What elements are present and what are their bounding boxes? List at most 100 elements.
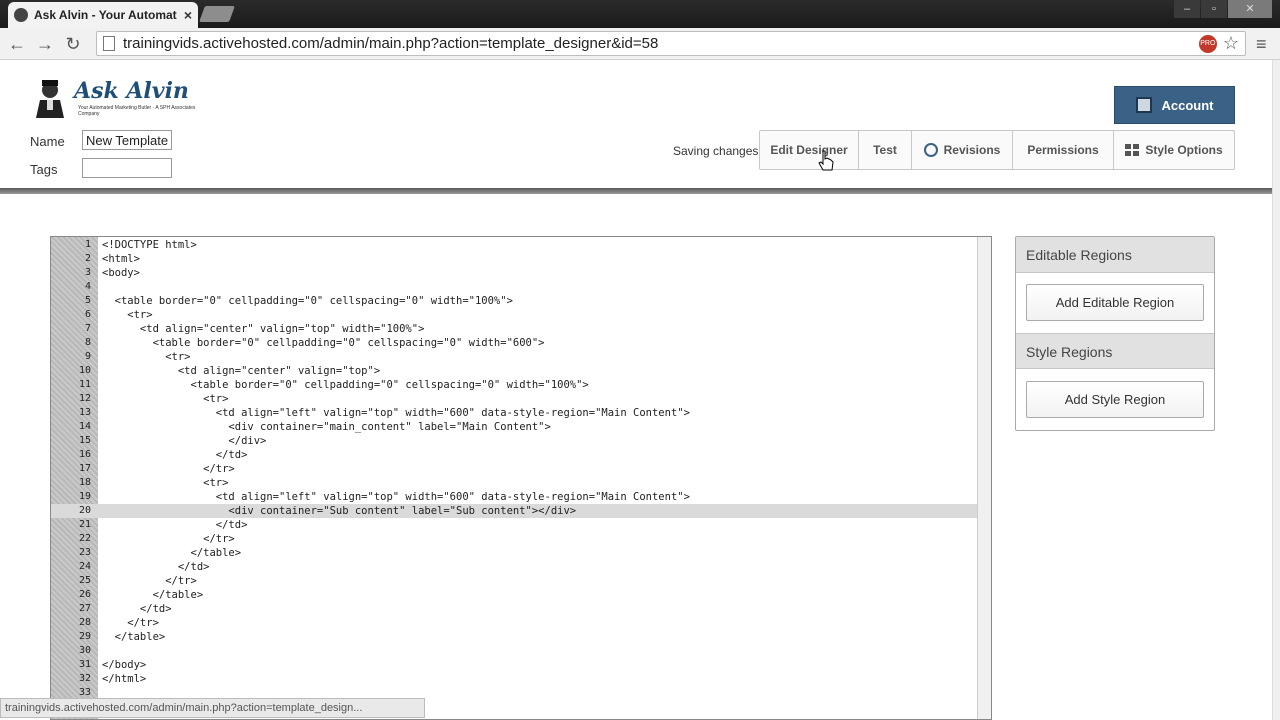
tags-label: Tags — [30, 162, 58, 177]
code-line[interactable]: 9 <tr> — [51, 350, 977, 364]
test-button[interactable]: Test — [859, 131, 912, 169]
line-number: 4 — [84, 281, 91, 292]
browser-tab[interactable]: Ask Alvin - Your Automat × — [8, 2, 198, 28]
code-line[interactable]: 8 <table border="0" cellpadding="0" cell… — [51, 336, 977, 350]
line-number: 20 — [78, 505, 91, 516]
code-text: <table border="0" cellpadding="0" cellsp… — [102, 295, 513, 307]
line-number: 30 — [78, 645, 91, 656]
style-options-button[interactable]: Style Options — [1114, 131, 1234, 169]
code-line[interactable]: 18 <tr> — [51, 476, 977, 490]
code-line[interactable]: 15 </div> — [51, 434, 977, 448]
extension-pro-icon[interactable]: PRO — [1198, 34, 1217, 53]
back-icon[interactable]: ← — [6, 33, 28, 55]
maximize-icon[interactable]: ▫ — [1201, 0, 1227, 18]
line-number: 14 — [78, 421, 91, 432]
code-line[interactable]: 2 <html> — [51, 252, 977, 266]
line-number: 15 — [78, 435, 91, 446]
code-line[interactable]: 12 <tr> — [51, 392, 977, 406]
code-text: </div> — [102, 435, 267, 447]
code-line[interactable]: 26 </table> — [51, 588, 977, 602]
line-number: 1 — [84, 239, 91, 250]
code-text: <table border="0" cellpadding="0" cellsp… — [102, 379, 589, 391]
code-line[interactable]: 3 <body> — [51, 266, 977, 280]
line-number: 10 — [78, 365, 91, 376]
code-text: <table border="0" cellpadding="0" cellsp… — [102, 337, 545, 349]
user-icon — [1135, 97, 1152, 113]
code-line[interactable]: 13 <td align="left" valign="top" width="… — [51, 406, 977, 420]
line-number: 31 — [78, 659, 91, 670]
editable-regions-heading: Editable Regions — [1016, 237, 1214, 273]
add-style-region-button[interactable]: Add Style Region — [1026, 381, 1204, 418]
code-text: <tr> — [102, 309, 153, 321]
code-line[interactable]: 16 </td> — [51, 448, 977, 462]
test-label: Test — [873, 143, 897, 157]
code-text: <td align="center" valign="top" width="1… — [102, 323, 425, 335]
style-options-label: Style Options — [1145, 143, 1223, 157]
address-bar[interactable]: trainingvids.activehosted.com/admin/main… — [96, 31, 1246, 56]
ask-alvin-logo[interactable]: Ask Alvin Your Automated Marketing Butle… — [32, 78, 195, 120]
code-line[interactable]: 27 </td> — [51, 602, 977, 616]
code-line[interactable]: 25 </tr> — [51, 574, 977, 588]
code-line[interactable]: 11 <table border="0" cellpadding="0" cel… — [51, 378, 977, 392]
code-line[interactable]: 21 </td> — [51, 518, 977, 532]
code-text: </td> — [102, 603, 172, 615]
favicon-icon — [14, 8, 28, 22]
saving-status: Saving changes — [673, 144, 759, 158]
header-divider — [0, 188, 1272, 194]
code-line[interactable]: 31 </body> — [51, 658, 977, 672]
code-line[interactable]: 6 <tr> — [51, 308, 977, 322]
permissions-button[interactable]: Permissions — [1013, 131, 1114, 169]
code-line[interactable]: 32 </html> — [51, 672, 977, 686]
line-number: 24 — [78, 561, 91, 572]
account-button[interactable]: Account — [1114, 86, 1235, 124]
code-line[interactable]: 7 <td align="center" valign="top" width=… — [51, 322, 977, 336]
code-line[interactable]: 20 <div container="Sub content" label="S… — [51, 504, 977, 518]
code-line[interactable]: 23 </table> — [51, 546, 977, 560]
revisions-label: Revisions — [943, 143, 1001, 157]
code-text: </tr> — [102, 575, 197, 587]
new-tab-button[interactable] — [199, 6, 235, 22]
code-editor[interactable]: 1 <!DOCTYPE html> 2 <html> 3 <body> 4 5 <table … — [50, 236, 992, 720]
code-line[interactable]: 17 </tr> — [51, 462, 977, 476]
reload-icon[interactable]: ↻ — [62, 33, 84, 55]
line-number: 2 — [84, 253, 91, 264]
code-text: <tr> — [102, 351, 191, 363]
code-text: <!DOCTYPE html> — [102, 239, 197, 251]
line-number: 27 — [78, 603, 91, 614]
name-input[interactable] — [82, 130, 172, 150]
code-line[interactable]: 22 </tr> — [51, 532, 977, 546]
code-line[interactable]: 1 <!DOCTYPE html> — [51, 238, 977, 252]
code-text: <td align="center" valign="top"> — [102, 365, 381, 377]
revisions-button[interactable]: Revisions — [912, 131, 1013, 169]
hand-cursor-icon — [818, 150, 834, 171]
code-text: </body> — [102, 659, 147, 671]
window-close-icon[interactable]: ✕ — [1228, 0, 1272, 18]
tab-close-icon[interactable]: × — [184, 7, 192, 23]
code-line[interactable]: 30 — [51, 644, 977, 658]
line-number: 28 — [78, 617, 91, 628]
code-text: </tr> — [102, 617, 159, 629]
code-line[interactable]: 24 </td> — [51, 560, 977, 574]
code-text: <tr> — [102, 477, 229, 489]
code-line[interactable]: 10 <td align="center" valign="top"> — [51, 364, 977, 378]
code-line[interactable]: 28 </tr> — [51, 616, 977, 630]
code-line[interactable]: 14 <div container="main_content" label="… — [51, 420, 977, 434]
add-editable-region-button[interactable]: Add Editable Region — [1026, 284, 1204, 321]
tags-input[interactable] — [82, 158, 172, 178]
style-regions-heading: Style Regions — [1016, 333, 1214, 369]
edit-designer-button[interactable]: Edit Designer — [760, 131, 859, 169]
editor-scrollbar[interactable] — [977, 237, 991, 719]
line-number: 21 — [78, 519, 91, 530]
code-line[interactable]: 29 </table> — [51, 630, 977, 644]
url-text: trainingvids.activehosted.com/admin/main… — [123, 35, 659, 52]
code-line[interactable]: 5 <table border="0" cellpadding="0" cell… — [51, 294, 977, 308]
code-line[interactable]: 19 <td align="left" valign="top" width="… — [51, 490, 977, 504]
bookmark-star-icon[interactable]: ☆ — [1223, 33, 1239, 54]
line-number: 19 — [78, 491, 91, 502]
browser-titlebar: Ask Alvin - Your Automat × – ▫ ✕ — [0, 0, 1280, 28]
forward-icon[interactable]: → — [34, 33, 56, 55]
minimize-icon[interactable]: – — [1174, 0, 1200, 18]
code-line[interactable]: 4 — [51, 280, 977, 294]
browser-menu-icon[interactable]: ≡ — [1256, 34, 1274, 55]
page-scrollbar[interactable] — [1272, 60, 1280, 720]
